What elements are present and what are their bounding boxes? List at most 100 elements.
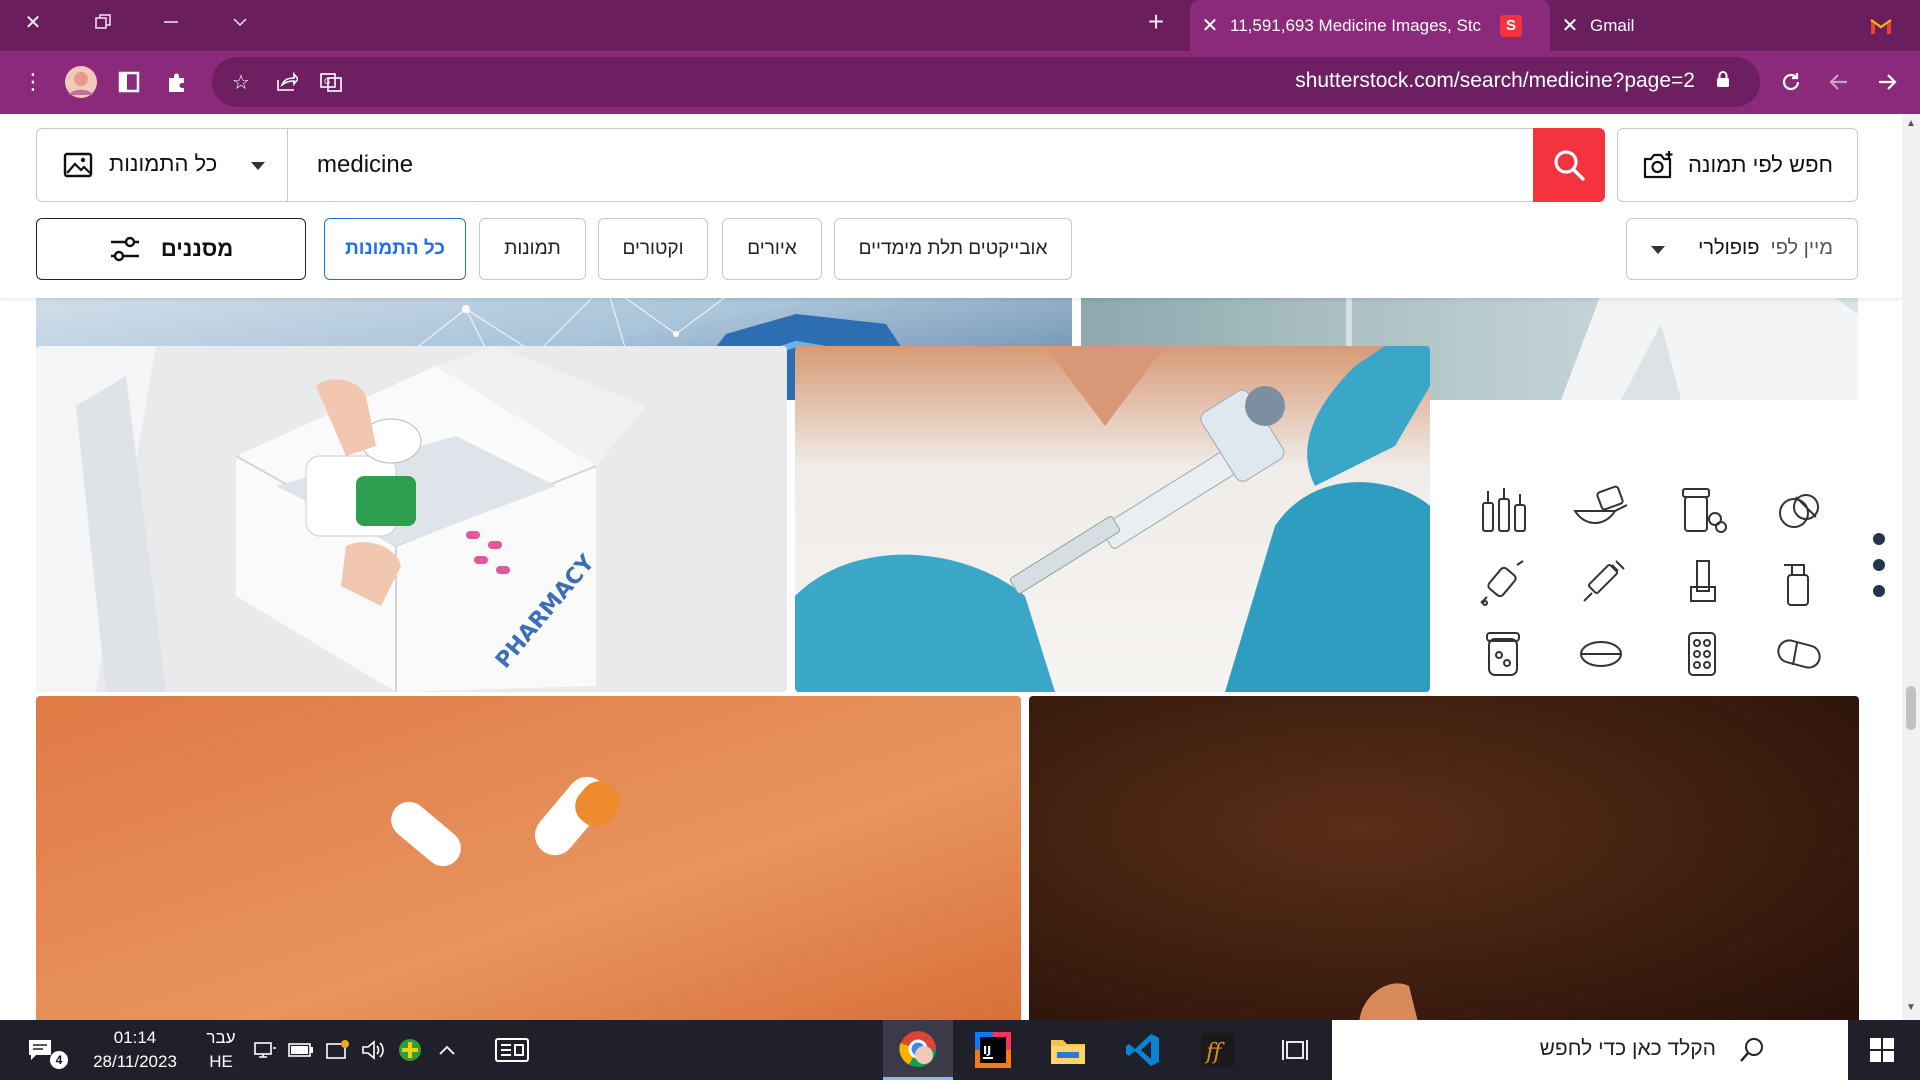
volume-icon[interactable] <box>358 1020 388 1080</box>
chip-3d-objects[interactable]: אובייקטים תלת מימדיים <box>834 218 1072 280</box>
spray-bottle-icon <box>1769 554 1829 610</box>
language-indicator[interactable]: עבר HE <box>200 1026 242 1074</box>
search-bar: כל התמונות medicine חפש לפי תמונה <box>36 128 1858 202</box>
clock-date: 28/11/2023 <box>93 1052 177 1071</box>
filters-label: מסננים <box>160 236 234 261</box>
news-widget-icon[interactable] <box>488 1020 536 1080</box>
folder-icon <box>1051 1040 1085 1064</box>
chevron-down-icon <box>251 162 265 170</box>
scroll-up-icon[interactable]: ▲ <box>1905 118 1917 130</box>
tab-shutterstock[interactable]: ✕ 11,591,693 Medicine Images, Stc S <box>1190 0 1550 51</box>
search-icon <box>1740 1038 1763 1062</box>
clock-time: 01:14 <box>113 1028 157 1047</box>
windows-start-icon[interactable] <box>1852 1020 1912 1080</box>
sort-label: מיין לפי פופולרי <box>1698 237 1833 260</box>
image-tile-syringe-vial[interactable] <box>795 346 1430 692</box>
fontforge-icon: ff <box>1201 1033 1235 1067</box>
taskbar-chrome[interactable] <box>883 1020 953 1080</box>
search-icon <box>1554 150 1585 181</box>
language-bottom: HE <box>209 1052 233 1071</box>
browser-toolbar: ⋮ ☆ G shutterstock.com/search/medicine?p… <box>0 51 1920 114</box>
chip-all-images[interactable]: כל התמונות <box>324 218 466 280</box>
windows-taskbar: 4 01:14 28/11/2023 עבר HE IJ ff הקלד כאן… <box>0 1020 1920 1080</box>
chip-photos[interactable]: תמונות <box>479 218 586 280</box>
chip-illustrations[interactable]: איורים <box>722 218 822 280</box>
svg-text:G: G <box>324 77 330 86</box>
eye-drops-icon <box>1474 554 1534 610</box>
extensions-puzzle-icon[interactable] <box>156 61 198 103</box>
network-icon[interactable] <box>250 1020 280 1080</box>
tablet-icon <box>1571 626 1631 682</box>
image-tile-orange-capsules[interactable] <box>36 696 1021 1020</box>
translate-icon[interactable]: G <box>312 63 350 101</box>
image-type-label: כל התמונות <box>109 151 218 176</box>
scrollbar-thumb[interactable] <box>1906 686 1916 730</box>
restore-window-icon[interactable] <box>75 0 131 44</box>
close-tab-icon[interactable]: ✕ <box>1190 13 1230 38</box>
tab-gmail[interactable]: ✕ Gmail <box>1550 0 1920 51</box>
scroll-down-icon[interactable]: ▼ <box>1905 1002 1917 1014</box>
forward-arrow-icon[interactable] <box>1866 61 1908 103</box>
new-tab-button[interactable]: + <box>1128 0 1184 44</box>
sort-prefix: מיין לפי <box>1770 237 1833 259</box>
reload-icon[interactable] <box>1770 61 1812 103</box>
share-icon[interactable] <box>268 63 306 101</box>
taskbar-search-box[interactable]: הקלד כאן כדי לחפש <box>1332 1020 1848 1080</box>
bookmark-star-icon[interactable]: ☆ <box>222 63 260 101</box>
tab-search-chevron-icon[interactable] <box>212 0 268 44</box>
ampoules-icon <box>1474 482 1534 538</box>
tab-title: Gmail <box>1590 15 1635 35</box>
chevron-down-icon <box>1651 246 1665 254</box>
close-window-icon[interactable]: ✕ <box>5 0 61 44</box>
minimize-window-icon[interactable] <box>143 0 199 44</box>
task-view-icon[interactable] <box>1270 1020 1320 1080</box>
inhaler-icon <box>1672 554 1732 610</box>
menu-kebab-icon[interactable]: ⋮ <box>12 61 54 103</box>
search-by-image-button[interactable]: חפש לפי תמונה <box>1617 128 1858 202</box>
camera-plus-icon <box>1643 151 1673 179</box>
filter-bar: מסננים כל התמונות תמונות וקטורים איורים … <box>36 218 1858 280</box>
search-button[interactable] <box>1533 128 1605 202</box>
search-header: כל התמונות medicine חפש לפי תמונה מסננים… <box>0 114 1902 298</box>
blister-pack-icon <box>1672 626 1732 682</box>
url-text: shutterstock.com/search/medicine?page=2 <box>1295 69 1695 92</box>
close-tab-icon[interactable]: ✕ <box>1550 13 1590 38</box>
show-hidden-icons-chevron-icon[interactable] <box>432 1020 462 1080</box>
notification-count: 4 <box>50 1051 68 1069</box>
sliders-icon <box>110 236 139 262</box>
back-arrow-icon[interactable] <box>1818 61 1860 103</box>
sort-dropdown[interactable]: מיין לפי פופולרי <box>1626 218 1858 280</box>
page-scrollbar[interactable]: ▲ ▼ <box>1902 114 1920 1020</box>
search-input[interactable]: medicine <box>287 128 1536 202</box>
clock[interactable]: 01:14 28/11/2023 <box>80 1026 190 1074</box>
more-options-icon[interactable] <box>1873 533 1887 611</box>
image-tile-brown-hands[interactable] <box>1029 696 1859 1020</box>
taskbar-file-explorer[interactable] <box>1033 1020 1103 1080</box>
taskbar-vscode[interactable] <box>1108 1020 1178 1080</box>
search-by-image-label: חפש לפי תמונה <box>1687 152 1834 177</box>
chrome-icon <box>899 1030 936 1067</box>
filters-button[interactable]: מסננים <box>36 218 306 280</box>
image-type-dropdown[interactable]: כל התמונות <box>36 128 288 202</box>
taskbar-intellij[interactable]: IJ <box>958 1020 1028 1080</box>
tab-title: 11,591,693 Medicine Images, Stc <box>1230 15 1482 35</box>
battery-icon[interactable] <box>286 1020 316 1080</box>
medicine-spoon-icon <box>1571 482 1631 538</box>
chip-vectors[interactable]: וקטורים <box>598 218 708 280</box>
capsule-icon <box>1769 626 1829 682</box>
address-bar[interactable]: ☆ G shutterstock.com/search/medicine?pag… <box>212 57 1760 107</box>
lock-icon[interactable] <box>1716 70 1730 88</box>
notification-center-icon[interactable]: 4 <box>20 1020 68 1080</box>
image-tile-pharmacy-box[interactable]: PHARMACY <box>36 346 787 692</box>
taskbar-fontforge[interactable]: ff <box>1183 1020 1253 1080</box>
image-icon <box>63 152 93 178</box>
taskbar-search-placeholder: הקלד כאן כדי לחפש <box>1539 1037 1716 1060</box>
gmail-favicon-icon <box>1870 15 1892 37</box>
intellij-icon: IJ <box>975 1032 1011 1068</box>
side-panel-icon[interactable] <box>108 61 150 103</box>
vscode-icon <box>1126 1034 1159 1066</box>
pill-bottle-icon <box>1672 482 1732 538</box>
profile-avatar[interactable] <box>60 61 102 103</box>
wifi-connect-icon[interactable] <box>322 1020 352 1080</box>
app-tray-icon[interactable] <box>394 1020 426 1080</box>
